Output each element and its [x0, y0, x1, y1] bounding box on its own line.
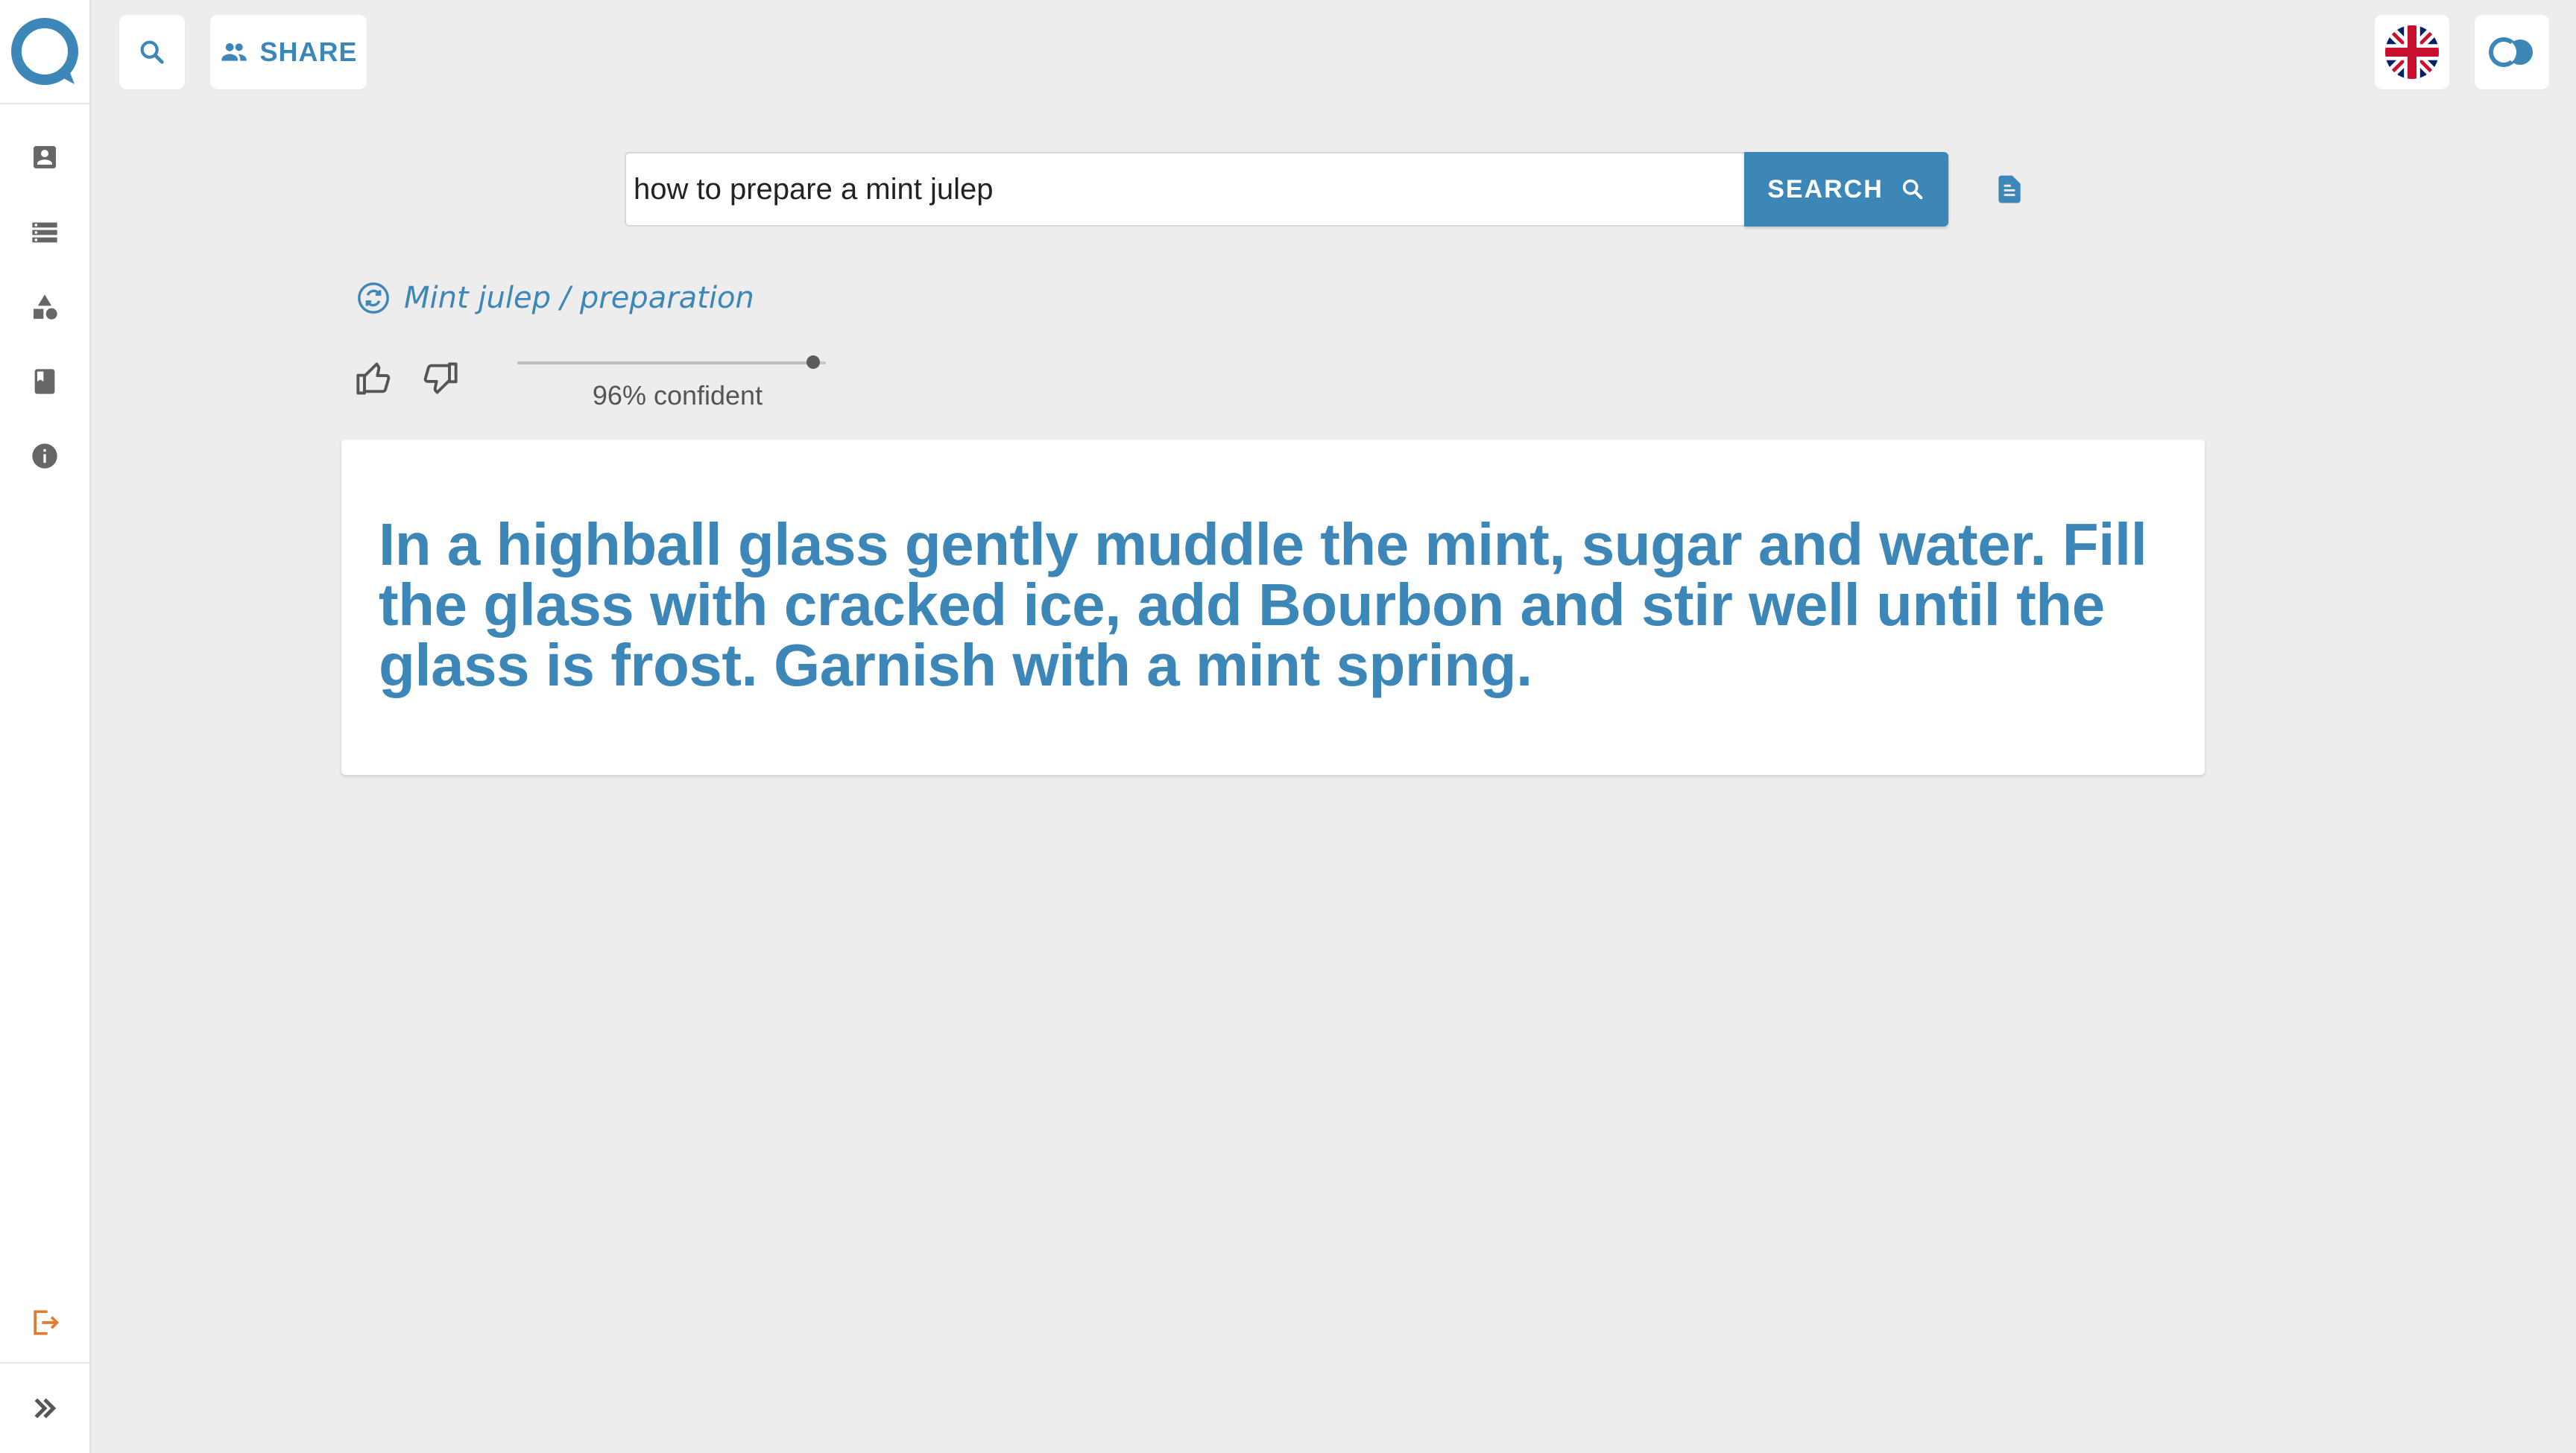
sidebar-divider — [0, 1362, 89, 1364]
logo-icon — [11, 18, 78, 85]
confidence-fill — [517, 361, 814, 364]
sidebar-item-storage[interactable] — [0, 203, 89, 262]
confidence-label: 96% confident — [592, 380, 763, 411]
thumbs-up-button[interactable] — [355, 359, 394, 398]
search-icon — [140, 40, 164, 64]
book-icon — [34, 369, 55, 394]
shapes-icon — [34, 294, 57, 320]
refresh-circle-icon — [358, 282, 389, 314]
language-button[interactable] — [2375, 15, 2449, 89]
sidebar-item-account[interactable] — [0, 127, 89, 187]
brand-button[interactable] — [2475, 15, 2549, 89]
search-input[interactable] — [625, 152, 1744, 227]
people-icon — [221, 43, 247, 61]
confidence-marker — [806, 355, 821, 369]
logout-icon — [34, 1310, 60, 1335]
thumbs-up-icon — [356, 362, 391, 395]
app-logo[interactable] — [0, 0, 89, 104]
uk-flag-icon — [2385, 25, 2439, 79]
share-button[interactable]: SHARE — [210, 15, 367, 89]
sidebar-item-info[interactable] — [0, 426, 89, 486]
thumbs-down-button[interactable] — [420, 359, 459, 398]
breadcrumb-text: Mint julep / preparation — [404, 281, 754, 315]
document-button[interactable] — [1992, 171, 2027, 207]
sidebar-expand-button[interactable] — [0, 1378, 89, 1438]
document-icon — [1998, 175, 2021, 203]
search-button-label: SEARCH — [1767, 174, 1884, 203]
confidence-bar — [517, 355, 826, 369]
storage-icon — [32, 222, 57, 243]
account-box-icon — [34, 146, 56, 168]
result-breadcrumb[interactable]: Mint julep / preparation — [356, 276, 754, 320]
search-button[interactable]: SEARCH — [1744, 152, 1948, 227]
sidebar — [0, 0, 91, 1453]
double-chevron-right-icon — [34, 1398, 57, 1419]
info-icon — [32, 443, 57, 469]
overlapping-circles-icon — [2489, 37, 2533, 67]
share-label: SHARE — [259, 37, 358, 67]
logout-button[interactable] — [0, 1293, 89, 1352]
sidebar-item-shapes[interactable] — [0, 277, 89, 337]
thumbs-down-icon — [423, 362, 458, 394]
answer-text: In a highball glass gently muddle the mi… — [379, 511, 2147, 698]
answer-card: In a highball glass gently muddle the mi… — [341, 440, 2205, 775]
search-bar: SEARCH — [625, 152, 1948, 227]
search-icon — [1902, 179, 1923, 200]
sidebar-item-book[interactable] — [0, 352, 89, 411]
search-toggle-button[interactable] — [119, 15, 185, 89]
